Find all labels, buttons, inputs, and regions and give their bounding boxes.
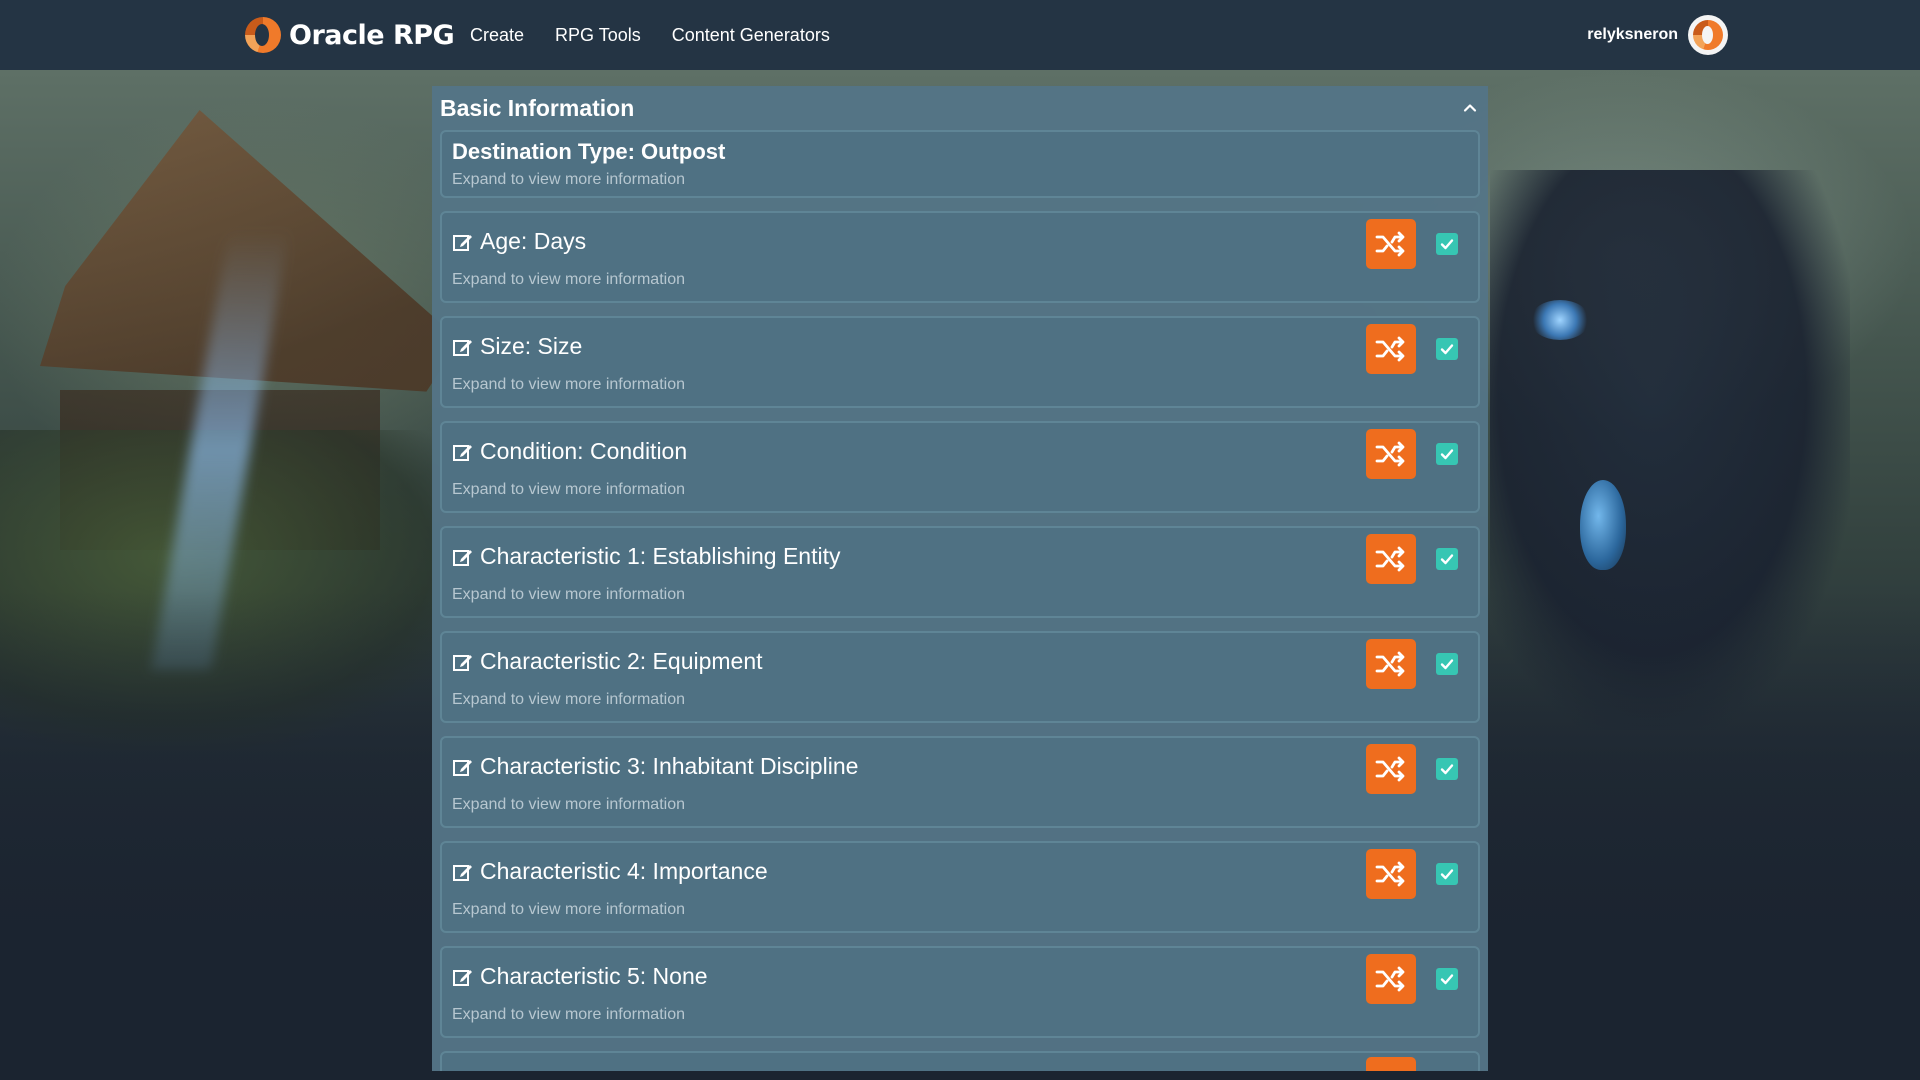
user-menu[interactable]: relyksneron xyxy=(1587,14,1728,56)
attribute-title: Characteristic 5: None xyxy=(480,963,708,989)
checkmark-icon xyxy=(1440,344,1454,355)
attribute-card-characteristic-5[interactable]: Characteristic 5: None Expand to view mo… xyxy=(440,946,1480,1038)
include-checkbox[interactable] xyxy=(1436,548,1458,570)
nav-link-create[interactable]: Create xyxy=(470,25,524,46)
username: relyksneron xyxy=(1587,26,1678,43)
shuffle-icon xyxy=(1375,441,1405,467)
attribute-card-characteristic-2[interactable]: Characteristic 2: Equipment Expand to vi… xyxy=(440,631,1480,723)
edit-icon[interactable] xyxy=(452,336,474,358)
edit-icon[interactable] xyxy=(452,861,474,883)
attribute-title: Characteristic 1: Establishing Entity xyxy=(480,543,841,569)
include-checkbox[interactable] xyxy=(1436,443,1458,465)
shuffle-icon xyxy=(1375,651,1405,677)
attribute-subtitle: Expand to view more information xyxy=(452,481,685,498)
attribute-card-size[interactable]: Size: Size Expand to view more informati… xyxy=(440,316,1480,408)
checkmark-icon xyxy=(1440,869,1454,880)
shuffle-icon xyxy=(1375,861,1405,887)
nav-link-content-generators[interactable]: Content Generators xyxy=(672,25,830,46)
avatar xyxy=(1688,15,1728,55)
edit-icon[interactable] xyxy=(452,546,474,568)
checkmark-icon xyxy=(1440,764,1454,775)
checkmark-icon xyxy=(1440,554,1454,565)
shuffle-button[interactable] xyxy=(1366,429,1416,479)
checkmark-icon xyxy=(1440,659,1454,670)
oracle-logo-icon xyxy=(245,17,281,53)
shuffle-button[interactable] xyxy=(1366,219,1416,269)
attribute-subtitle: Expand to view more information xyxy=(452,796,685,813)
shuffle-button[interactable] xyxy=(1366,1057,1416,1071)
checkmark-icon xyxy=(1440,449,1454,460)
include-checkbox[interactable] xyxy=(1436,653,1458,675)
attribute-card-characteristic-4[interactable]: Characteristic 4: Importance Expand to v… xyxy=(440,841,1480,933)
nav-link-rpg-tools[interactable]: RPG Tools xyxy=(555,25,641,46)
attribute-subtitle: Expand to view more information xyxy=(452,901,685,918)
shuffle-button[interactable] xyxy=(1366,954,1416,1004)
chevron-up-icon[interactable] xyxy=(1460,98,1480,118)
avatar-logo-icon xyxy=(1693,20,1723,50)
attribute-card-partial[interactable] xyxy=(440,1051,1480,1071)
creature-eye-art xyxy=(1530,300,1590,340)
brand-link[interactable]: Oracle RPG xyxy=(245,16,455,54)
shuffle-button[interactable] xyxy=(1366,324,1416,374)
attribute-title: Characteristic 2: Equipment xyxy=(480,648,763,674)
destination-type-title: Destination Type: Outpost xyxy=(452,139,726,164)
shuffle-button[interactable] xyxy=(1366,639,1416,689)
include-checkbox[interactable] xyxy=(1436,233,1458,255)
panel-header[interactable]: Basic Information xyxy=(432,86,1488,130)
include-checkbox[interactable] xyxy=(1436,968,1458,990)
shuffle-button[interactable] xyxy=(1366,744,1416,794)
shuffle-button[interactable] xyxy=(1366,849,1416,899)
attribute-title: Characteristic 3: Inhabitant Discipline xyxy=(480,753,859,779)
edit-icon[interactable] xyxy=(452,966,474,988)
shuffle-icon xyxy=(1375,336,1405,362)
panel-title: Basic Information xyxy=(440,94,635,121)
brand-name: Oracle RPG xyxy=(289,19,455,51)
gem-art xyxy=(1580,480,1626,570)
destination-type-card[interactable]: Destination Type: Outpost Expand to view… xyxy=(440,130,1480,198)
nav-links: Create RPG Tools Content Generators xyxy=(470,0,830,70)
edit-icon[interactable] xyxy=(452,756,474,778)
attribute-subtitle: Expand to view more information xyxy=(452,691,685,708)
attribute-subtitle: Expand to view more information xyxy=(452,271,685,288)
shuffle-icon xyxy=(1375,966,1405,992)
checkmark-icon xyxy=(1440,239,1454,250)
include-checkbox[interactable] xyxy=(1436,758,1458,780)
attribute-card-characteristic-3[interactable]: Characteristic 3: Inhabitant Discipline … xyxy=(440,736,1480,828)
checkmark-icon xyxy=(1440,974,1454,985)
attribute-subtitle: Expand to view more information xyxy=(452,1006,685,1023)
attribute-subtitle: Expand to view more information xyxy=(452,376,685,393)
attribute-card-characteristic-1[interactable]: Characteristic 1: Establishing Entity Ex… xyxy=(440,526,1480,618)
shuffle-icon xyxy=(1375,756,1405,782)
attribute-title: Age: Days xyxy=(480,228,587,254)
edit-icon[interactable] xyxy=(452,441,474,463)
destination-type-subtitle: Expand to view more information xyxy=(452,171,685,188)
shuffle-icon xyxy=(1375,231,1405,257)
attribute-title: Characteristic 4: Importance xyxy=(480,858,768,884)
include-checkbox[interactable] xyxy=(1436,338,1458,360)
item-list: Destination Type: Outpost Expand to view… xyxy=(432,130,1488,1071)
shuffle-button[interactable] xyxy=(1366,534,1416,584)
shuffle-icon xyxy=(1375,546,1405,572)
attribute-title: Size: Size xyxy=(480,333,583,359)
edit-icon[interactable] xyxy=(452,651,474,673)
attribute-title: Condition: Condition xyxy=(480,438,688,464)
top-navbar: Oracle RPG Create RPG Tools Content Gene… xyxy=(0,0,1920,70)
edit-icon[interactable] xyxy=(452,231,474,253)
basic-information-panel: Basic Information Destination Type: Outp… xyxy=(432,86,1488,1071)
attribute-card-age[interactable]: Age: Days Expand to view more informatio… xyxy=(440,211,1480,303)
attribute-card-condition[interactable]: Condition: Condition Expand to view more… xyxy=(440,421,1480,513)
attribute-subtitle: Expand to view more information xyxy=(452,586,685,603)
include-checkbox[interactable] xyxy=(1436,863,1458,885)
